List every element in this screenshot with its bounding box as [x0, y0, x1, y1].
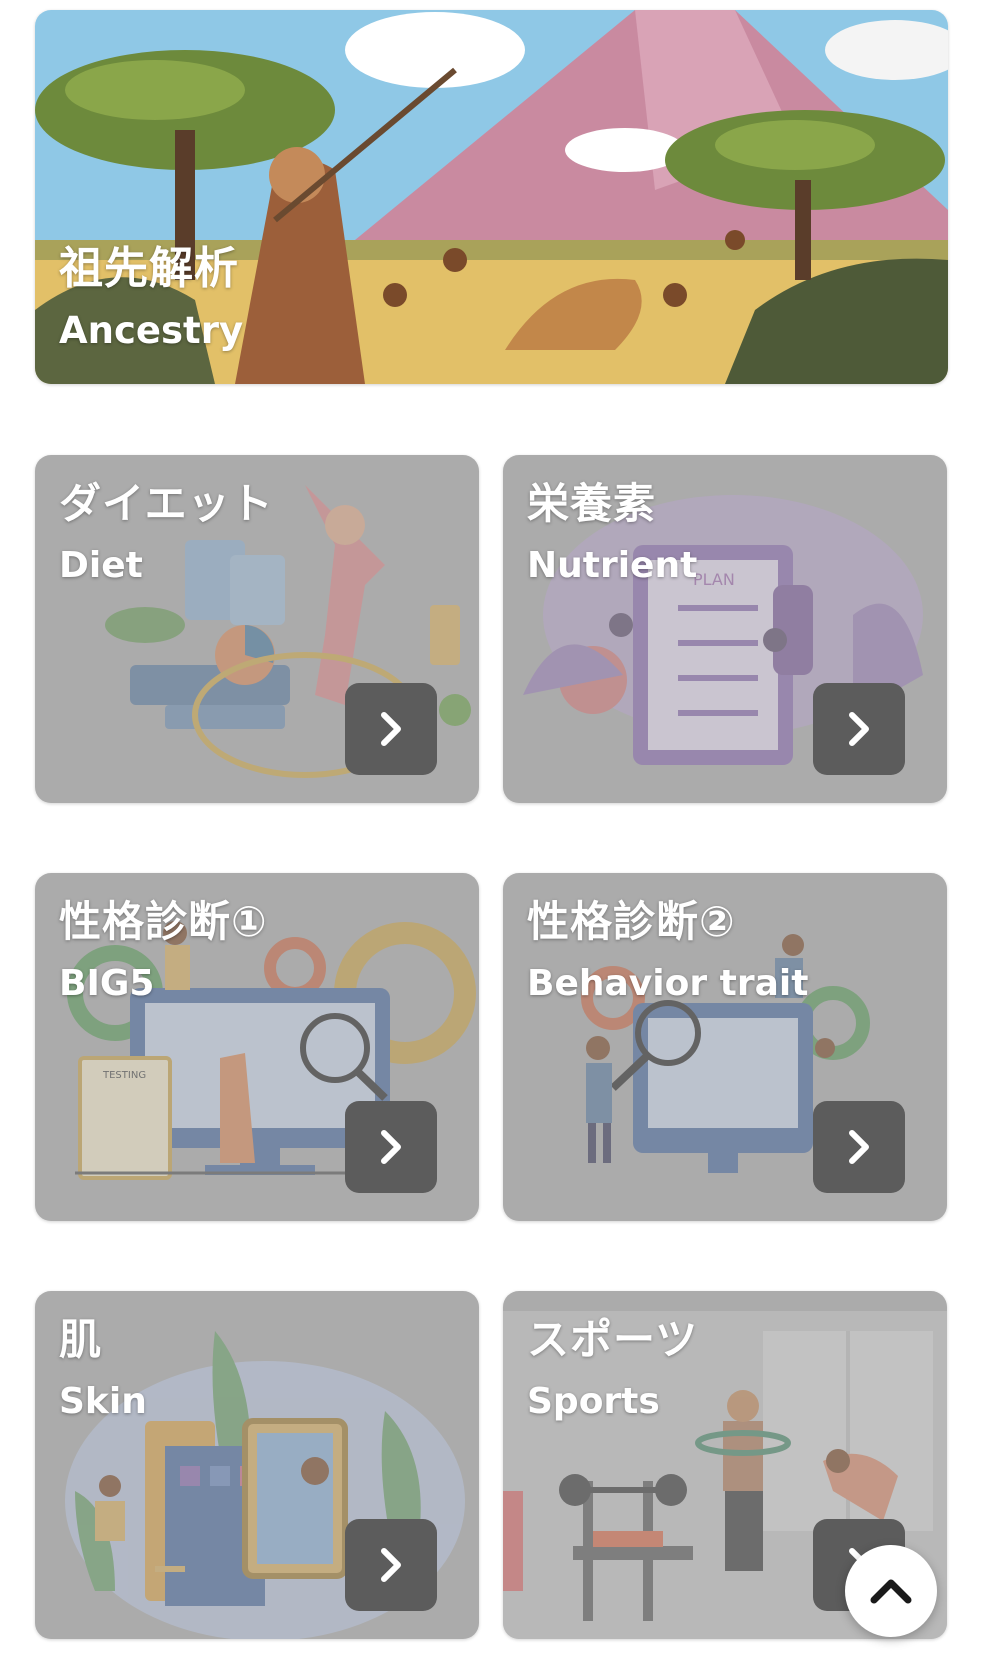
behavior-trait-title-jp: 性格診断② — [527, 897, 736, 946]
skin-card[interactable]: 肌 Skin — [35, 1291, 479, 1639]
behavior-trait-arrow-button[interactable] — [813, 1101, 905, 1193]
diet-arrow-button[interactable] — [345, 683, 437, 775]
diet-card[interactable]: ダイエット Diet — [35, 455, 479, 803]
chevron-right-icon — [849, 1130, 869, 1164]
nutrient-title-jp: 栄養素 — [527, 479, 657, 528]
diet-title-jp: ダイエット — [59, 479, 274, 528]
skin-title-en: Skin — [59, 1381, 147, 1422]
nutrient-card[interactable]: PLAN 栄養素 Nutrient — [503, 455, 947, 803]
behavior-trait-card[interactable]: 性格診断② Behavior trait — [503, 873, 947, 1221]
skin-title-jp: 肌 — [59, 1315, 103, 1364]
big5-art-label: TESTING — [102, 1070, 146, 1081]
scroll-to-top-button[interactable] — [845, 1545, 937, 1637]
chevron-right-icon — [381, 1130, 401, 1164]
skin-arrow-button[interactable] — [345, 1519, 437, 1611]
nutrient-title-en: Nutrient — [527, 545, 698, 586]
sports-title-jp: スポーツ — [527, 1315, 699, 1364]
big5-title-jp: 性格診断① — [59, 897, 268, 946]
big5-title-en: BIG5 — [59, 963, 155, 1004]
chevron-right-icon — [381, 1548, 401, 1582]
ancestry-card[interactable]: 祖先解析 Ancestry — [35, 10, 948, 384]
ancestry-title-en: Ancestry — [59, 309, 244, 352]
chevron-right-icon — [849, 712, 869, 746]
big5-arrow-button[interactable] — [345, 1101, 437, 1193]
nutrient-art-label: PLAN — [693, 570, 735, 589]
nutrient-arrow-button[interactable] — [813, 683, 905, 775]
ancestry-title-jp: 祖先解析 — [59, 243, 239, 294]
big5-card[interactable]: TESTING 性格診断① BIG5 — [35, 873, 479, 1221]
sports-title-en: Sports — [527, 1381, 660, 1422]
chevron-right-icon — [381, 712, 401, 746]
behavior-trait-title-en: Behavior trait — [527, 963, 809, 1004]
chevron-up-icon — [870, 1579, 912, 1604]
diet-title-en: Diet — [59, 545, 143, 586]
